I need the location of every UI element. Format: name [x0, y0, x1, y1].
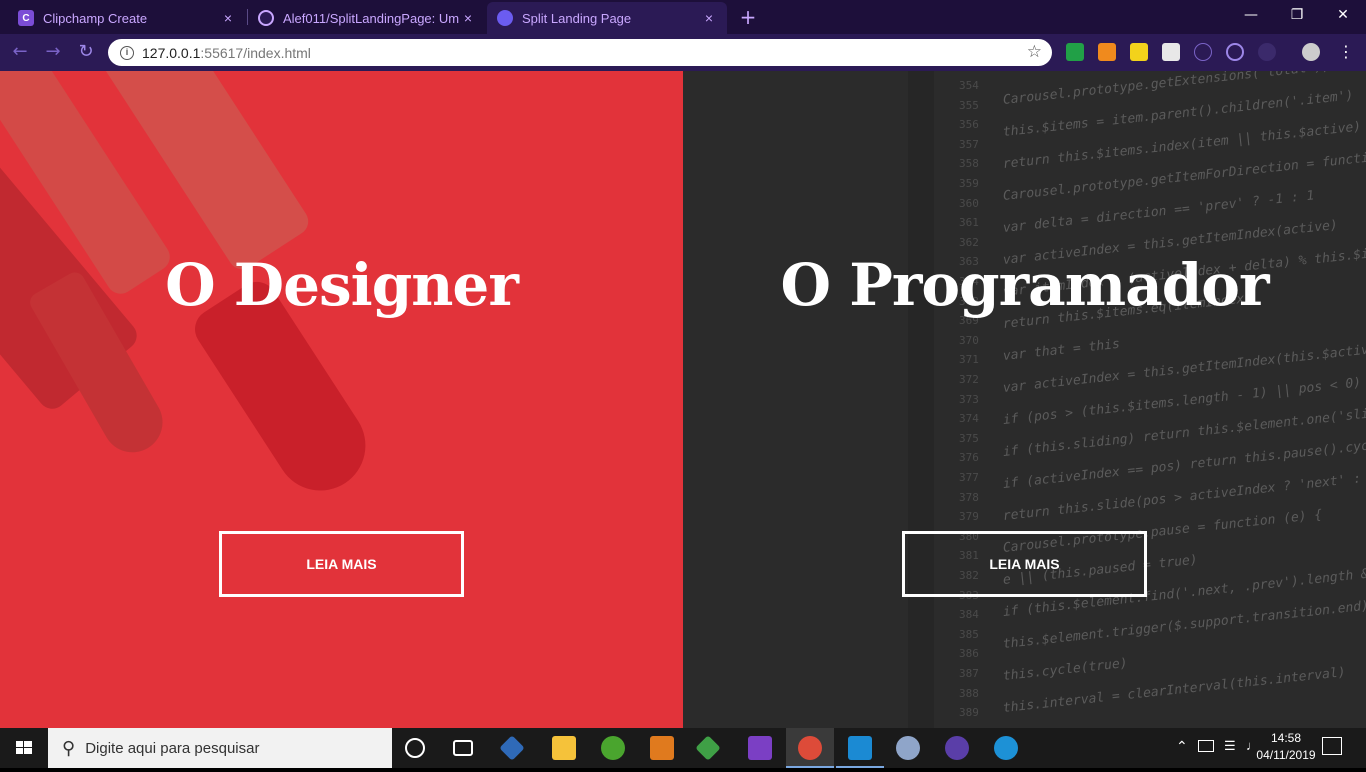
code-line-number: 357 [959, 137, 979, 151]
tab-strip: C Clipchamp Create × Alef011/SplitLandin… [0, 0, 1366, 34]
close-window-icon[interactable]: ✕ [1320, 0, 1366, 30]
react-devtools-icon[interactable] [1226, 43, 1244, 61]
restore-icon[interactable]: ❐ [1274, 0, 1320, 30]
code-line-number: 356 [959, 118, 979, 132]
close-tab-icon[interactable]: × [220, 10, 236, 26]
code-line-number: 376 [959, 451, 979, 465]
url-host: 127.0.0.1 [142, 44, 201, 61]
programmer-read-more-button[interactable]: LEIA MAIS [902, 531, 1147, 597]
split-landing-page: O Designer LEIA MAIS Carousel.prototype.… [0, 71, 1366, 728]
code-line: var that = this [1002, 336, 1121, 364]
designer-read-more-button[interactable]: LEIA MAIS [219, 531, 464, 597]
code-line-number: 378 [959, 490, 979, 504]
back-arrow-icon[interactable]: ← [8, 41, 32, 65]
code-line-number: 372 [959, 373, 979, 386]
minimize-icon[interactable]: — [1228, 0, 1274, 30]
code-line-number: 361 [959, 216, 979, 230]
tab-title: Split Landing Page [522, 10, 632, 26]
code-line-number: 354 [959, 79, 979, 92]
forward-arrow-icon[interactable]: → [41, 41, 65, 65]
cortana-icon[interactable] [405, 738, 425, 758]
code-line-number: 370 [959, 333, 979, 347]
tab-title: Alef011/SplitLandingPage: Um pr [283, 10, 460, 26]
browser-toolbar: ← → ↻ i 127.0.0.1:55617/index.html ☆ ⋮ [0, 34, 1366, 71]
windows-logo-icon [16, 741, 32, 754]
code-line: this.cycle(true) [1002, 655, 1129, 684]
vscode-taskbar-item[interactable] [836, 728, 884, 768]
vscode-icon [848, 736, 872, 760]
chrome-icon [798, 736, 822, 760]
code-line-number: 377 [959, 471, 979, 484]
code-line-number: 360 [959, 196, 979, 210]
docker-icon[interactable] [994, 736, 1018, 760]
clock-date: 04/11/2019 [1256, 748, 1316, 762]
clipchamp-icon: C [18, 10, 34, 26]
programmer-title: O Programador [780, 251, 1269, 319]
task-view-icon[interactable] [453, 740, 473, 756]
code-line-number: 386 [959, 647, 979, 661]
close-tab-icon[interactable]: × [460, 10, 476, 26]
tab-github[interactable]: Alef011/SplitLandingPage: Um pr × [248, 2, 486, 34]
clock-time: 14:58 [1270, 731, 1302, 745]
chrome-taskbar-item[interactable] [786, 728, 834, 768]
extension-mask-icon[interactable] [1258, 43, 1276, 61]
menu-kebab-icon[interactable]: ⋮ [1334, 41, 1358, 65]
close-tab-icon[interactable]: × [701, 10, 717, 26]
extension-bank-icon[interactable] [1130, 43, 1148, 61]
code-line-number: 385 [959, 627, 979, 641]
url-path: :55617/index.html [200, 44, 311, 61]
code-line-number: 371 [959, 353, 979, 367]
chevron-up-icon[interactable]: ⌃ [1176, 738, 1188, 755]
windows-start-button[interactable] [0, 728, 48, 768]
code-line-number: 359 [959, 177, 979, 190]
tab-split-landing-page[interactable]: Split Landing Page × [487, 2, 727, 34]
postgres-icon[interactable] [896, 736, 920, 760]
code-line-number: 358 [959, 157, 979, 171]
git-app-icon[interactable] [499, 735, 525, 761]
utorrent-icon[interactable] [601, 736, 625, 760]
sublime-text-icon[interactable] [650, 736, 674, 760]
new-tab-button[interactable]: + [736, 6, 760, 30]
battery-icon[interactable] [1198, 740, 1214, 752]
notifications-icon[interactable] [1322, 737, 1342, 755]
info-icon[interactable]: i [120, 45, 134, 60]
code-line-number: 374 [959, 412, 979, 426]
extension-bag-icon[interactable] [1098, 43, 1116, 61]
code-line-number: 384 [959, 608, 979, 622]
eclipse-icon[interactable] [945, 736, 969, 760]
extension-shield-icon[interactable] [1066, 43, 1084, 61]
code-line-number: 373 [959, 392, 979, 406]
search-placeholder: Digite aqui para pesquisar [85, 739, 260, 757]
extension-cast-icon[interactable] [1194, 43, 1212, 61]
code-line-number: 388 [959, 686, 979, 700]
file-explorer-icon[interactable] [552, 736, 576, 760]
profile-avatar[interactable] [1302, 43, 1320, 61]
wifi-icon[interactable]: ☰ [1224, 738, 1236, 754]
tab-clipchamp[interactable]: C Clipchamp Create × [8, 2, 246, 34]
visual-studio-icon[interactable] [748, 736, 772, 760]
bookmark-star-icon[interactable]: ☆ [1027, 42, 1042, 62]
search-icon: ⚲ [62, 737, 76, 758]
windows-taskbar: ⚲ Digite aqui para pesquisar ⌃ ☰ ♩ 14:58… [0, 728, 1366, 768]
code-line-number: 375 [959, 431, 979, 445]
globe-icon [497, 10, 513, 26]
code-line-number: 355 [959, 98, 979, 112]
code-line-number: 379 [959, 510, 979, 524]
node-icon[interactable] [695, 735, 721, 761]
address-bar[interactable]: i 127.0.0.1:55617/index.html ☆ [108, 39, 1052, 66]
designer-title: O Designer [165, 251, 519, 319]
code-line-number: 389 [959, 706, 979, 720]
code-line-number: 362 [959, 235, 979, 249]
code-gutter [908, 71, 934, 728]
programmer-panel: Carousel.prototype.getExtensions('total'… [683, 71, 1366, 728]
extension-window-icon[interactable] [1162, 43, 1180, 61]
designer-panel: O Designer LEIA MAIS [0, 71, 683, 728]
reload-icon[interactable]: ↻ [74, 41, 98, 65]
code-line-number: 387 [959, 667, 979, 680]
clock[interactable]: 14:58 04/11/2019 [1254, 731, 1318, 762]
taskbar-search-box[interactable]: ⚲ Digite aqui para pesquisar [48, 728, 392, 768]
tab-title: Clipchamp Create [43, 10, 148, 26]
github-icon [258, 10, 274, 26]
